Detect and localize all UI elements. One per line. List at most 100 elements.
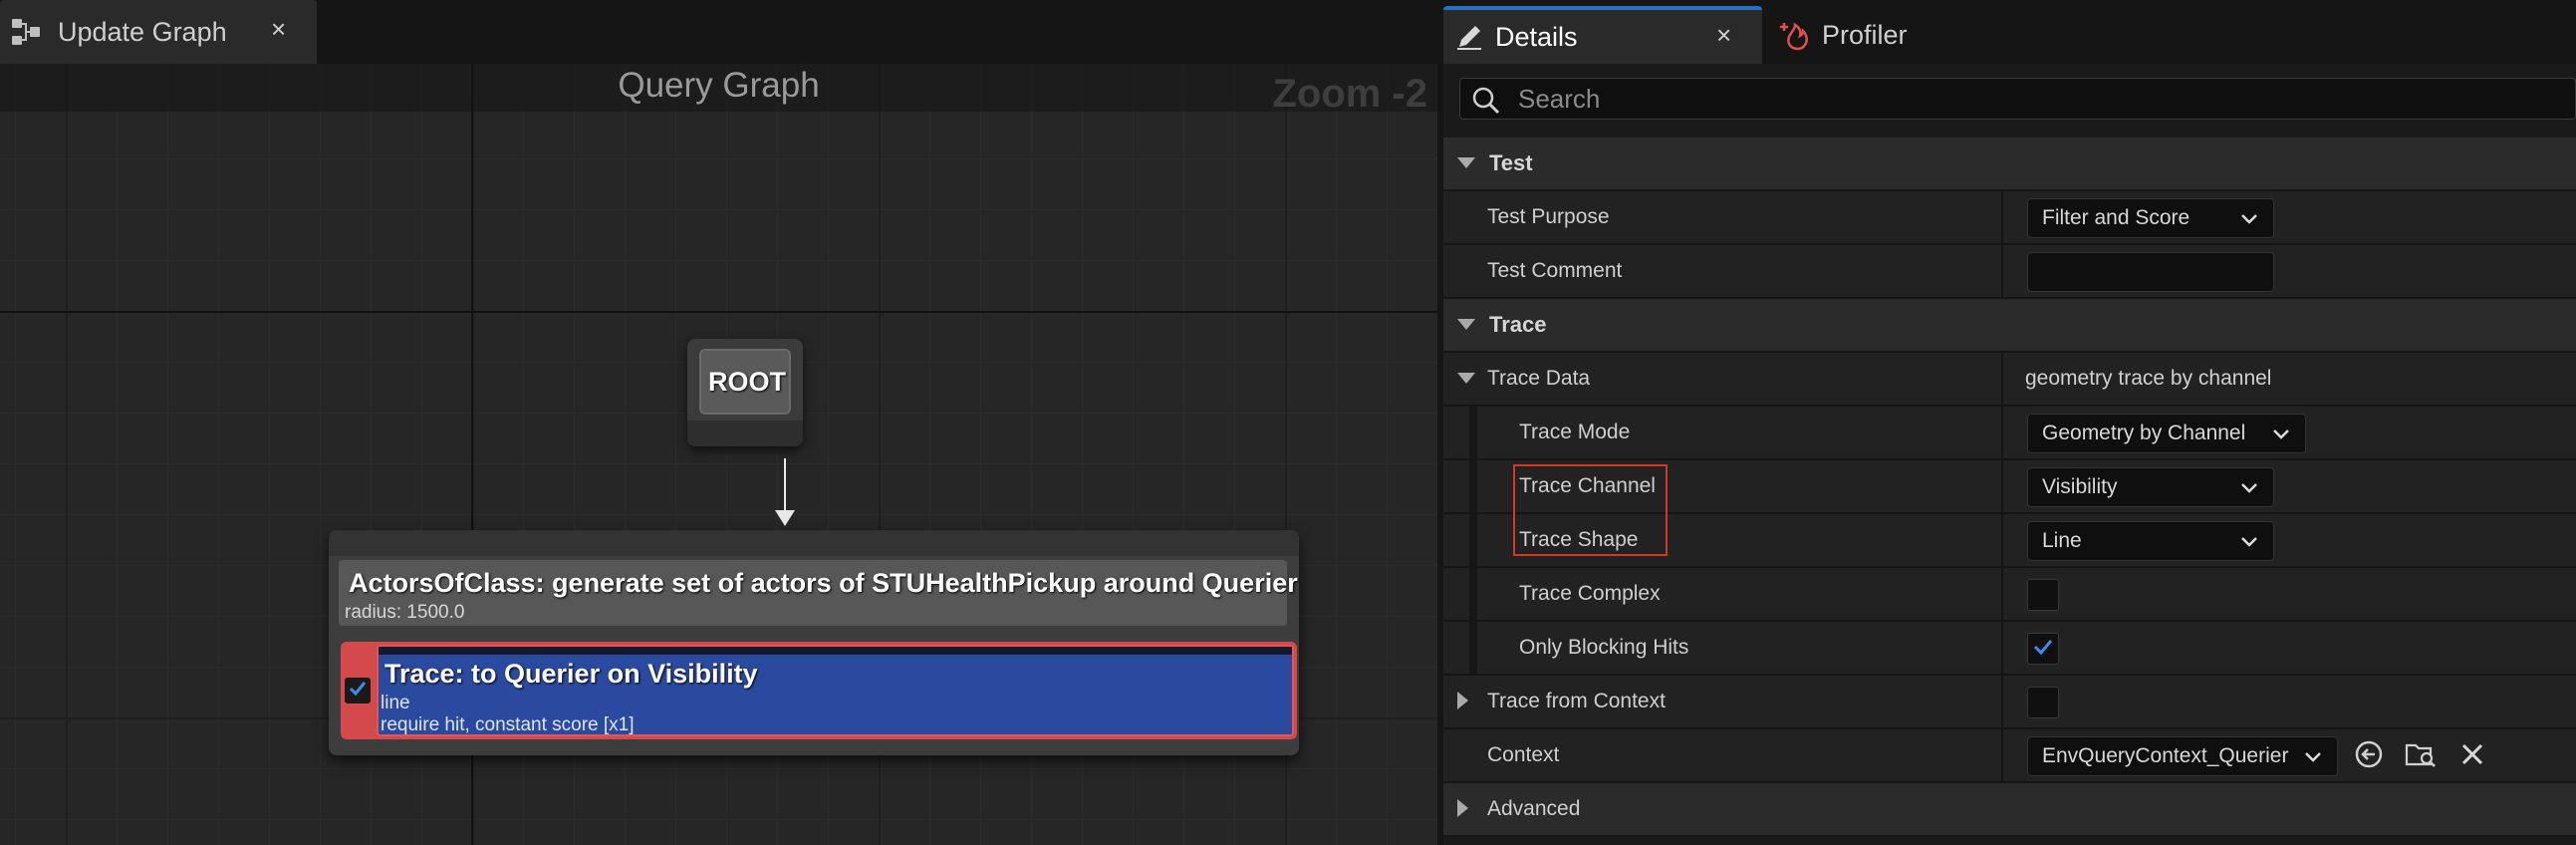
test-description-line: require hit, constant score [x1] bbox=[381, 714, 635, 735]
chevron-down-icon bbox=[2239, 478, 2259, 504]
property-row-trace-from-context: Trace from Context bbox=[1443, 676, 2576, 729]
expand-arrow-icon[interactable] bbox=[1457, 373, 1475, 384]
tab-update-graph[interactable]: Update Graph × bbox=[0, 0, 317, 64]
property-label: Trace Data bbox=[1487, 367, 1591, 390]
trace-channel-dropdown[interactable]: Visibility bbox=[2027, 467, 2274, 507]
expand-arrow-icon[interactable] bbox=[1457, 157, 1475, 168]
column-divider bbox=[2001, 676, 2003, 727]
root-node-label: ROOT bbox=[708, 367, 786, 397]
generator-header: ActorsOfClass: generate set of actors of… bbox=[339, 560, 1298, 626]
graph-canvas[interactable]: Query Graph Zoom -2 ROOT ActorsOfClass: … bbox=[0, 64, 1437, 845]
arrowhead-icon bbox=[775, 510, 795, 526]
use-selected-button[interactable] bbox=[2350, 737, 2388, 775]
tab-details[interactable]: Details × bbox=[1443, 6, 1762, 64]
tab-profiler[interactable]: Profiler bbox=[1772, 6, 2021, 64]
property-row-test-comment: Test Comment bbox=[1443, 245, 2576, 299]
arrow-left-circle-icon bbox=[2353, 738, 2385, 775]
generator-title: ActorsOfClass: generate set of actors of… bbox=[349, 568, 1298, 598]
indent-guide bbox=[1469, 407, 1477, 458]
property-label: Only Blocking Hits bbox=[1519, 636, 1689, 659]
test-comment-field[interactable] bbox=[2027, 252, 2274, 292]
root-node[interactable]: ROOT bbox=[687, 339, 803, 446]
trace-complex-checkbox[interactable] bbox=[2027, 579, 2059, 611]
graph-editor-panel: Update Graph × Query Graph Zoom -2 ROOT … bbox=[0, 0, 1437, 845]
annotation-highlight-box bbox=[1513, 464, 1668, 556]
clear-button[interactable] bbox=[2453, 737, 2491, 775]
category-label: Test bbox=[1489, 150, 1533, 175]
graph-title-bar: Query Graph Zoom -2 bbox=[0, 64, 1437, 116]
dropdown-value: Filter and Score bbox=[2042, 206, 2190, 229]
property-label: Context bbox=[1487, 743, 1560, 766]
close-icon bbox=[2458, 740, 2486, 773]
pencil-icon bbox=[1453, 21, 1485, 53]
property-row-trace-mode: Trace Mode Geometry by Channel bbox=[1443, 407, 2576, 460]
property-label: Trace from Context bbox=[1487, 690, 1666, 712]
root-node-body: ROOT bbox=[699, 349, 791, 415]
property-row-context: Context EnvQueryContext_Querier bbox=[1443, 729, 2576, 783]
zoom-level-label: Zoom -2 bbox=[1272, 72, 1427, 116]
graph-title: Query Graph bbox=[618, 66, 820, 105]
expand-arrow-icon[interactable] bbox=[1457, 799, 1468, 817]
test-description-line: line bbox=[381, 693, 410, 713]
dropdown-value: Geometry by Channel bbox=[2042, 422, 2246, 444]
indent-guide bbox=[1469, 460, 1477, 512]
trace-shape-dropdown[interactable]: Line bbox=[2027, 521, 2274, 561]
trace-test-node[interactable]: Trace: to Querier on Visibility line req… bbox=[341, 642, 1297, 739]
expand-arrow-icon[interactable] bbox=[1457, 692, 1468, 709]
close-icon[interactable]: × bbox=[1716, 20, 1731, 51]
property-row-trace-data: Trace Data geometry trace by channel bbox=[1443, 353, 2576, 407]
property-row-trace-complex: Trace Complex bbox=[1443, 568, 2576, 622]
category-advanced[interactable]: Advanced bbox=[1443, 783, 2576, 837]
property-label: Test Comment bbox=[1487, 259, 1623, 282]
test-purpose-dropdown[interactable]: Filter and Score bbox=[2027, 198, 2274, 238]
details-tab-bar: Details × Profiler bbox=[1443, 0, 2576, 64]
property-row-only-blocking-hits: Only Blocking Hits bbox=[1443, 622, 2576, 676]
column-divider bbox=[2001, 245, 2003, 297]
root-output-pin[interactable] bbox=[687, 421, 803, 446]
search-box[interactable] bbox=[1459, 78, 2576, 120]
category-label: Trace bbox=[1489, 312, 1547, 337]
property-label: Trace Mode bbox=[1519, 421, 1631, 443]
test-enabled-checkbox[interactable] bbox=[345, 678, 371, 704]
tab-details-label: Details bbox=[1495, 21, 1578, 52]
context-dropdown[interactable]: EnvQueryContext_Querier bbox=[2027, 736, 2338, 776]
dropdown-value: EnvQueryContext_Querier bbox=[2042, 744, 2289, 767]
column-divider bbox=[2001, 568, 2003, 620]
column-divider bbox=[2001, 191, 2003, 243]
chevron-down-icon bbox=[2239, 209, 2259, 235]
trace-from-context-checkbox[interactable] bbox=[2027, 687, 2059, 718]
indent-guide bbox=[1469, 622, 1477, 674]
folder-search-icon bbox=[2404, 738, 2438, 775]
trace-test-body: Trace: to Querier on Visibility line req… bbox=[377, 645, 1294, 736]
checkmark-icon bbox=[2031, 635, 2055, 664]
column-divider bbox=[2001, 353, 2003, 405]
chevron-down-icon bbox=[2303, 747, 2323, 773]
checkmark-icon bbox=[348, 679, 368, 704]
category-label: Advanced bbox=[1487, 797, 1581, 820]
graph-tab-bar: Update Graph × bbox=[0, 0, 1437, 64]
grid-major-line bbox=[0, 311, 1437, 313]
browse-button[interactable] bbox=[2402, 737, 2440, 775]
property-row-test-purpose: Test Purpose Filter and Score bbox=[1443, 191, 2576, 245]
profiler-flame-icon bbox=[1778, 17, 1814, 53]
graph-icon bbox=[10, 16, 42, 48]
dropdown-value: Visibility bbox=[2042, 475, 2118, 498]
indent-guide bbox=[1469, 514, 1477, 566]
trace-data-value: geometry trace by channel bbox=[2025, 367, 2272, 390]
trace-mode-dropdown[interactable]: Geometry by Channel bbox=[2027, 414, 2306, 453]
search-input[interactable] bbox=[1518, 79, 2564, 119]
category-trace[interactable]: Trace bbox=[1443, 299, 2576, 353]
category-test[interactable]: Test bbox=[1443, 138, 2576, 191]
expand-arrow-icon[interactable] bbox=[1457, 319, 1475, 330]
generator-node[interactable]: ActorsOfClass: generate set of actors of… bbox=[329, 530, 1299, 755]
property-label: Test Purpose bbox=[1487, 205, 1610, 228]
close-icon[interactable]: × bbox=[271, 14, 286, 45]
tab-profiler-label: Profiler bbox=[1822, 19, 1908, 50]
column-divider bbox=[2001, 729, 2003, 781]
details-panel: Details × Profiler Test Test Purpose Fil… bbox=[1443, 0, 2576, 845]
column-divider bbox=[2001, 622, 2003, 674]
only-blocking-hits-checkbox[interactable] bbox=[2027, 633, 2059, 665]
tab-update-graph-label: Update Graph bbox=[58, 16, 227, 47]
generator-input-pin[interactable] bbox=[329, 530, 1299, 556]
property-label: Trace Complex bbox=[1519, 582, 1661, 605]
